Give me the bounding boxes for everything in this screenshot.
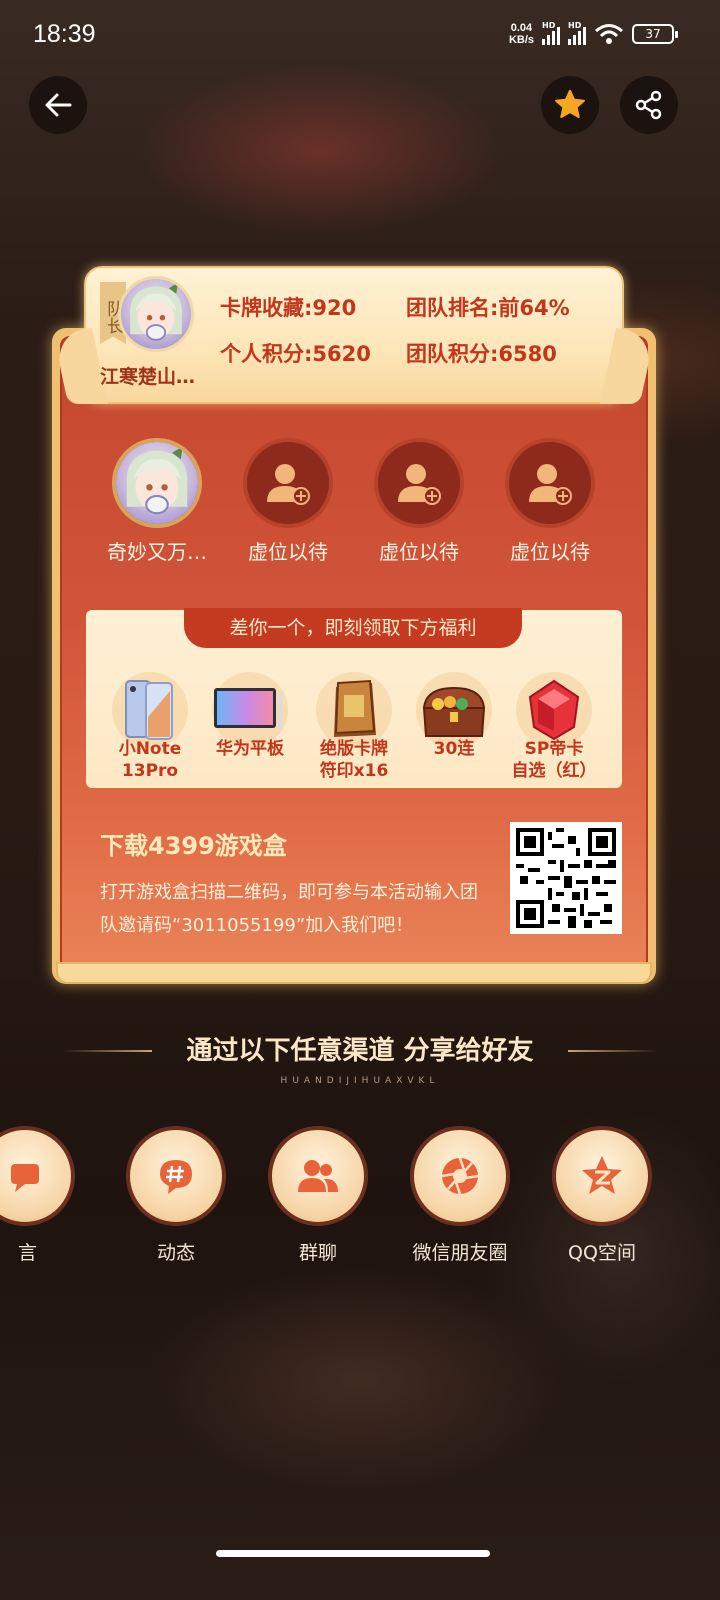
arrow-left-icon bbox=[45, 93, 72, 117]
member-slot-3[interactable]: 虚位以待 bbox=[359, 438, 479, 565]
status-bar: 18:39 0.04 KB/s HD HD 37 bbox=[0, 0, 720, 72]
chat-icon bbox=[11, 1164, 39, 1192]
member-avatar bbox=[112, 438, 202, 528]
team-rank-stat: 团队排名:前64% bbox=[406, 296, 570, 320]
status-time: 18:39 bbox=[33, 20, 96, 48]
reward-phone: 小Note 13Pro bbox=[100, 672, 200, 782]
phone-icon bbox=[125, 680, 173, 740]
add-member-icon bbox=[398, 464, 441, 505]
anime-girl-avatar-image bbox=[116, 442, 198, 524]
member-name: 虚位以待 bbox=[379, 540, 459, 564]
share-item-wechat-moments[interactable]: 微信朋友圈 bbox=[405, 1126, 515, 1265]
card-collection-stat: 卡牌收藏:920 bbox=[220, 296, 357, 320]
home-indicator[interactable] bbox=[216, 1550, 490, 1557]
reward-chest: 30连 bbox=[404, 672, 504, 760]
leader-name: 江寒楚山… bbox=[100, 366, 196, 388]
favorite-button[interactable] bbox=[541, 76, 599, 134]
wifi-icon bbox=[595, 24, 623, 44]
reward-cards: 绝版卡牌 符印x16 bbox=[304, 672, 404, 782]
share-item-moments[interactable]: 动态 bbox=[121, 1126, 231, 1265]
member-slot-1[interactable]: 奇妙又万… bbox=[97, 438, 217, 565]
team-points-stat: 团队积分:6580 bbox=[406, 342, 557, 366]
star-icon bbox=[582, 1156, 622, 1194]
share-item-qzone[interactable]: QQ空间 bbox=[547, 1126, 657, 1265]
red-gem-icon bbox=[528, 679, 580, 741]
share-button[interactable] bbox=[620, 76, 678, 134]
share-title: 通过以下任意渠道 分享给好友 bbox=[186, 1036, 534, 1066]
qr-code bbox=[510, 822, 622, 934]
network-speed: 0.04 KB/s bbox=[508, 22, 534, 46]
member-name: 虚位以待 bbox=[510, 540, 590, 564]
aperture-icon bbox=[441, 1157, 479, 1195]
share-item-group-chat[interactable]: 群聊 bbox=[263, 1126, 373, 1265]
leader-avatar[interactable] bbox=[118, 276, 194, 352]
status-icons: 0.04 KB/s HD HD 37 bbox=[508, 21, 678, 46]
share-icon bbox=[635, 90, 662, 120]
reward-tablet: 华为平板 bbox=[200, 672, 300, 760]
share-subtitle: HUANDIJIHUAXVKL bbox=[280, 1076, 440, 1086]
card-pack-icon bbox=[334, 679, 376, 737]
member-slot-2[interactable]: 虚位以待 bbox=[228, 438, 348, 565]
tablet-icon bbox=[214, 688, 282, 730]
member-name: 奇妙又万… bbox=[107, 540, 207, 564]
signal-icon-2: HD bbox=[568, 21, 586, 45]
share-item-message[interactable]: 言 bbox=[0, 1126, 80, 1265]
star-icon bbox=[555, 89, 585, 118]
member-slot-4[interactable]: 虚位以待 bbox=[490, 438, 610, 565]
qr-code-image bbox=[516, 828, 616, 928]
group-icon bbox=[298, 1160, 338, 1192]
anime-girl-avatar-image bbox=[130, 282, 182, 341]
treasure-chest-icon bbox=[422, 686, 486, 737]
download-title: 下载4399游戏盒 bbox=[100, 832, 287, 860]
back-button[interactable] bbox=[29, 76, 87, 134]
hashtag-icon bbox=[160, 1160, 192, 1194]
rewards-ribbon: 差你一个，即刻领取下方福利 bbox=[184, 608, 522, 648]
signal-icon: HD bbox=[542, 21, 560, 45]
add-member-icon bbox=[267, 464, 310, 505]
personal-points-stat: 个人积分:5620 bbox=[220, 342, 371, 366]
battery-icon: 37 bbox=[632, 24, 678, 44]
member-name: 虚位以待 bbox=[248, 540, 328, 564]
download-instructions: 打开游戏盒扫描二维码，即可参与本活动输入团队邀请码“3011055199”加入我… bbox=[100, 882, 478, 936]
card-bottom-rim bbox=[56, 962, 652, 984]
add-member-icon bbox=[529, 464, 572, 505]
reward-sp-card: SP帝卡 自选（红） bbox=[504, 672, 604, 782]
